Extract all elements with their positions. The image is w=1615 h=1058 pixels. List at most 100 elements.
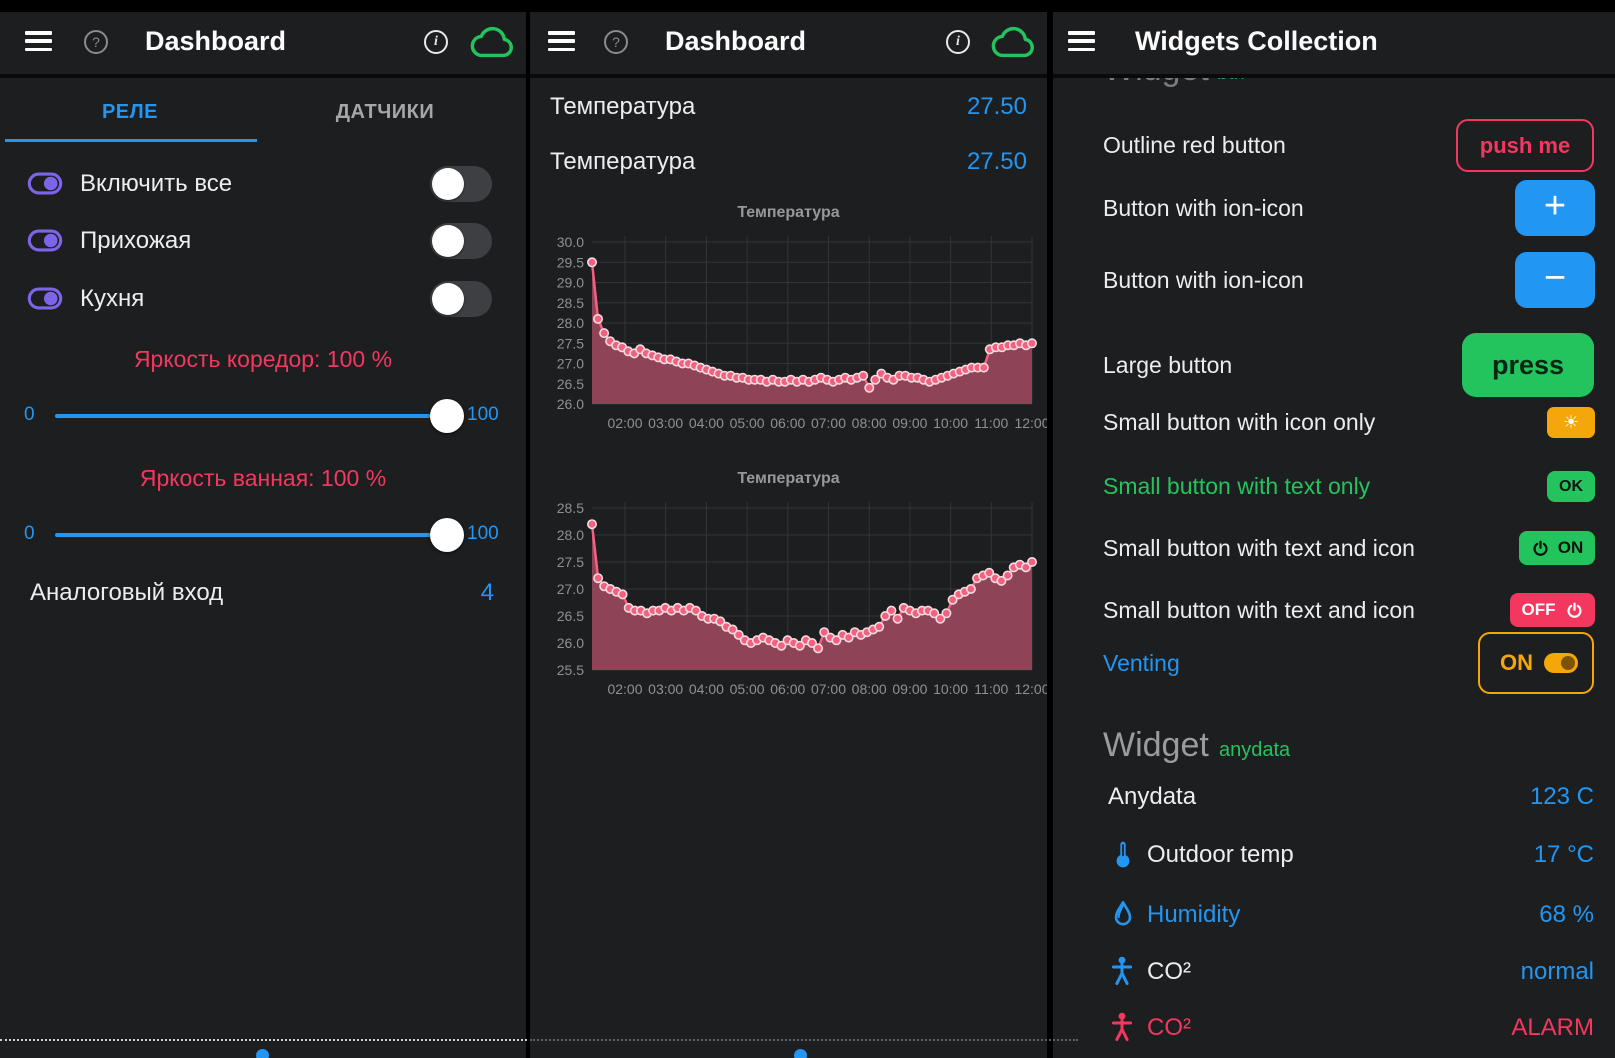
svg-text:06:00: 06:00 (770, 415, 805, 431)
sun-button[interactable]: ☀ (1547, 407, 1595, 438)
minus-button[interactable]: − (1515, 252, 1595, 308)
slider-max-label: 100 (467, 523, 499, 545)
temperature-chart-2: 25.526.026.527.027.528.028.502:0003:0004… (542, 496, 1047, 700)
clipped-widget-icon (794, 1049, 807, 1058)
tab-sensors[interactable]: ДАТЧИКИ (295, 101, 475, 124)
slider-caption: Яркость ванная: 100 % (0, 465, 526, 492)
page-title: Dashboard (145, 26, 286, 57)
slider-knob[interactable] (430, 518, 464, 552)
toggle-icon (27, 172, 63, 195)
switch-row-label: Прихожая (80, 227, 191, 255)
tab-relays[interactable]: РЕЛЕ (55, 101, 205, 124)
on-button[interactable]: ON (1519, 531, 1595, 565)
svg-text:26.0: 26.0 (557, 635, 584, 651)
menu-icon[interactable] (25, 31, 52, 51)
svg-text:09:00: 09:00 (892, 681, 927, 697)
screen: ? Dashboard i РЕЛЕ ДАТЧИКИ Включить все … (0, 0, 1615, 1058)
off-button[interactable]: OFF (1510, 593, 1595, 627)
svg-text:02:00: 02:00 (607, 415, 642, 431)
svg-text:28.5: 28.5 (557, 500, 584, 516)
svg-text:07:00: 07:00 (811, 681, 846, 697)
switch-row-label: Включить все (80, 170, 232, 198)
svg-text:03:00: 03:00 (648, 681, 683, 697)
svg-text:04:00: 04:00 (689, 415, 724, 431)
info-icon[interactable]: i (424, 30, 448, 54)
svg-text:27.5: 27.5 (557, 335, 584, 351)
widget-row-label: Small button with text and icon (1103, 535, 1415, 562)
active-tab-underline (5, 139, 257, 142)
data-row-value: 123 C (1300, 783, 1594, 811)
data-row-label: Humidity (1147, 901, 1240, 929)
svg-text:03:00: 03:00 (648, 415, 683, 431)
cloud-icon (991, 25, 1037, 59)
press-button[interactable]: press (1462, 333, 1594, 397)
svg-text:11:00: 11:00 (974, 681, 1008, 697)
svg-text:29.0: 29.0 (557, 275, 584, 291)
svg-text:26.5: 26.5 (557, 608, 584, 624)
switch-all[interactable] (430, 166, 492, 202)
widget-row-label: Button with ion-icon (1103, 195, 1304, 222)
info-icon[interactable]: i (946, 30, 970, 54)
slider-track[interactable] (55, 533, 462, 537)
switch-hallway[interactable] (430, 223, 492, 259)
svg-text:28.0: 28.0 (557, 315, 584, 331)
svg-text:05:00: 05:00 (730, 415, 765, 431)
menu-icon[interactable] (1068, 31, 1095, 51)
clipped-section-heading: Widget btn (1103, 78, 1403, 92)
page-title: Dashboard (665, 26, 806, 57)
push-me-button[interactable]: push me (1456, 119, 1594, 172)
widget-row-label: Button with ion-icon (1103, 267, 1304, 294)
plus-icon: + (1544, 185, 1566, 228)
menu-icon[interactable] (548, 31, 575, 51)
svg-text:29.5: 29.5 (557, 254, 584, 270)
slider-min-label: 0 (24, 404, 35, 426)
clipped-widget-icon (256, 1049, 269, 1058)
slider-max-label: 100 (467, 404, 499, 426)
slider-min-label: 0 (24, 523, 35, 545)
value-row-value: 27.50 (860, 93, 1027, 121)
analog-input-value: 4 (380, 579, 494, 607)
help-icon[interactable]: ? (84, 30, 108, 54)
widget-row-label: Large button (1103, 352, 1232, 379)
svg-text:30.0: 30.0 (557, 234, 584, 250)
widget-row-label: Small button with text only (1103, 473, 1370, 500)
value-row-value: 27.50 (860, 148, 1027, 176)
data-row-label: Anydata (1108, 783, 1196, 811)
svg-text:05:00: 05:00 (730, 681, 765, 697)
chart-title: Температура (530, 470, 1047, 488)
data-row-value: 17 °C (1300, 841, 1594, 869)
data-row-label: Outdoor temp (1147, 841, 1294, 869)
toggle-icon (27, 287, 63, 310)
page-title: Widgets Collection (1135, 26, 1378, 57)
data-row-label: CO² (1147, 1014, 1191, 1042)
plus-button[interactable]: + (1515, 180, 1595, 236)
widget-row-label: Outline red button (1103, 132, 1286, 159)
svg-text:27.5: 27.5 (557, 554, 584, 570)
slider-knob[interactable] (430, 399, 464, 433)
thermometer-icon (1110, 839, 1136, 869)
help-icon[interactable]: ? (604, 30, 628, 54)
temperature-chart-1: 26.026.527.027.528.028.529.029.530.002:0… (542, 230, 1047, 434)
bottom-separator (530, 1039, 1078, 1041)
value-row-label: Температура (550, 148, 695, 176)
ok-button[interactable]: OK (1547, 471, 1595, 502)
svg-text:28.5: 28.5 (557, 295, 584, 311)
section-title: Widget (1103, 726, 1209, 765)
svg-text:08:00: 08:00 (852, 681, 887, 697)
chart-title: Температура (530, 204, 1047, 222)
person-icon (1108, 1011, 1136, 1043)
svg-text:09:00: 09:00 (892, 415, 927, 431)
data-row-value: normal (1300, 958, 1594, 986)
svg-text:27.0: 27.0 (557, 581, 584, 597)
svg-text:08:00: 08:00 (852, 415, 887, 431)
widget-row-label: Small button with text and icon (1103, 597, 1415, 624)
switch-kitchen[interactable] (430, 281, 492, 317)
svg-text:04:00: 04:00 (689, 681, 724, 697)
slider-track[interactable] (55, 414, 462, 418)
venting-toggle-button[interactable]: ON (1478, 632, 1594, 694)
slider-caption: Яркость коредор: 100 % (0, 346, 526, 373)
svg-text:25.5: 25.5 (557, 662, 584, 678)
svg-text:26.0: 26.0 (557, 396, 584, 412)
svg-text:10:00: 10:00 (933, 415, 968, 431)
toggle-icon (27, 229, 63, 252)
